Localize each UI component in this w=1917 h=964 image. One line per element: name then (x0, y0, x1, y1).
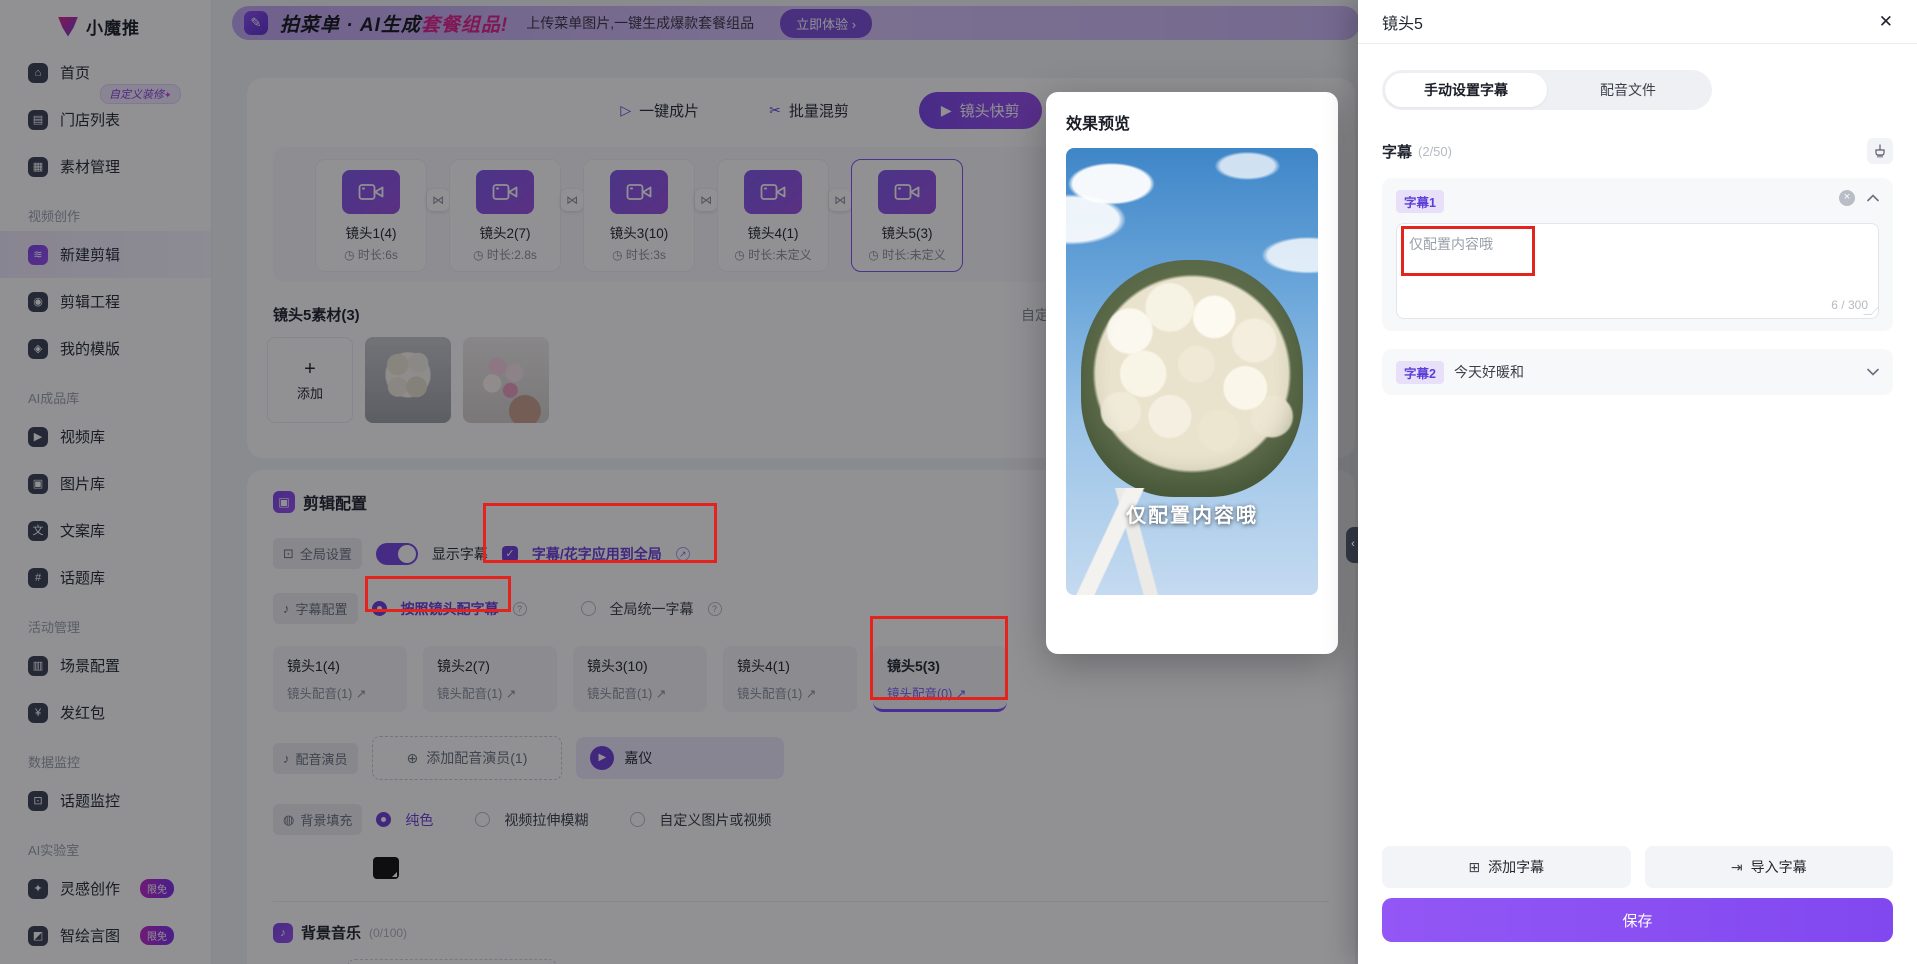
bouquet-graphic (1081, 260, 1303, 497)
chevron-down-icon[interactable] (1867, 368, 1879, 376)
panel-tabs: 手动设置字幕 配音文件 (1382, 70, 1712, 110)
preview-modal-title: 效果预览 (1066, 110, 1318, 134)
subtitle-card-1: 字幕1 × 仅配置内容哦 6 / 300 (1382, 178, 1893, 331)
tab-voice-file[interactable]: 配音文件 (1547, 73, 1709, 107)
add-square-icon: ⊞ (1468, 859, 1480, 876)
char-counter: 6 / 300 (1831, 298, 1868, 312)
subtitle-section-header: 字幕 (2/50) (1382, 138, 1893, 164)
add-subtitle-button[interactable]: ⊞ 添加字幕 (1382, 846, 1631, 888)
subtitle-badge: 字幕1 (1396, 190, 1444, 213)
remove-subtitle-icon[interactable]: × (1839, 190, 1855, 206)
app-root: 小魔推 ⌂ 首页 ▤ 门店列表 自定义装修✦ ▦ 素材管理 视频创作 ≋ 新建剪… (0, 0, 1917, 964)
chevron-up-icon[interactable] (1867, 194, 1879, 202)
import-subtitle-button[interactable]: ⇥ 导入字幕 (1645, 846, 1894, 888)
preview-image: 仅配置内容哦 (1066, 148, 1318, 595)
close-icon[interactable]: ✕ (1879, 12, 1893, 32)
panel-action-buttons: ⊞ 添加字幕 ⇥ 导入字幕 (1382, 846, 1893, 888)
save-button[interactable]: 保存 (1382, 898, 1893, 942)
subtitle-text-input[interactable]: 仅配置内容哦 6 / 300 (1396, 223, 1879, 319)
preview-caption: 仅配置内容哦 (1066, 499, 1318, 528)
tab-manual-subtitle[interactable]: 手动设置字幕 (1385, 73, 1547, 107)
clear-all-button[interactable] (1867, 138, 1893, 164)
shot5-settings-panel: 镜头5 ✕ 手动设置字幕 配音文件 字幕 (2/50) 字幕1 × 仅配置内容哦… (1358, 0, 1917, 964)
preview-modal: 效果预览 仅配置内容哦 (1046, 92, 1338, 654)
import-icon: ⇥ (1731, 859, 1743, 876)
panel-title: 镜头5 (1382, 10, 1423, 34)
broom-icon (1873, 144, 1887, 158)
subtitle-badge: 字幕2 (1396, 361, 1444, 384)
panel-header: 镜头5 ✕ (1358, 0, 1917, 44)
subtitle-card-2[interactable]: 字幕2 今天好暖和 (1382, 349, 1893, 395)
